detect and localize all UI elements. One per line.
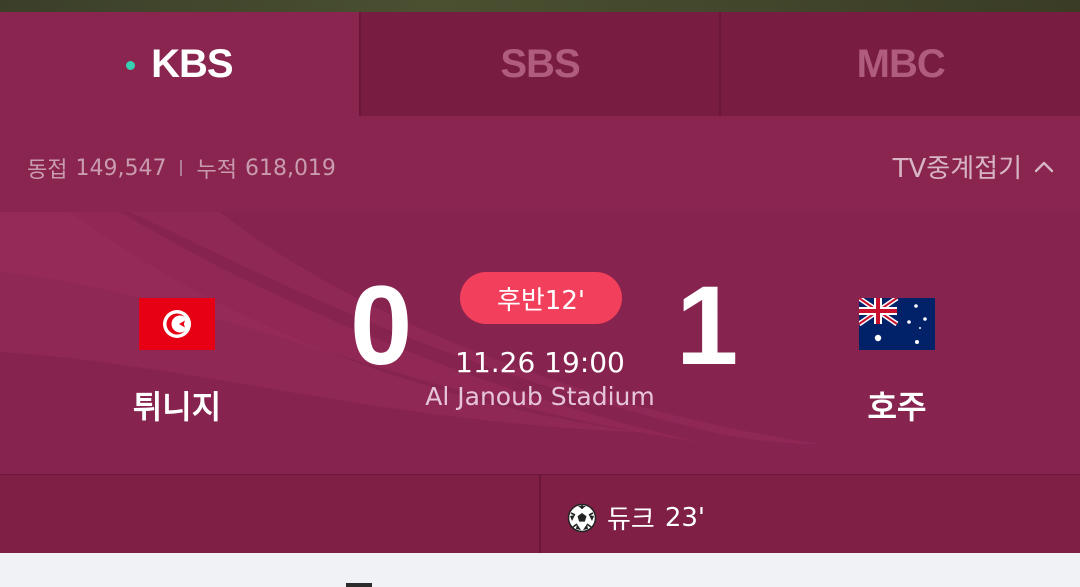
match-status-badge: 후반12' [460, 272, 622, 324]
australia-flag-icon [859, 298, 935, 350]
match-venue: Al Janoub Stadium [425, 382, 655, 411]
goal-event: 듀크 23' [567, 499, 705, 536]
tab-kbs[interactable]: KBS [0, 12, 359, 116]
away-scorers: 듀크 23' [539, 475, 1080, 553]
concurrent-value: 149,547 [75, 155, 167, 181]
tab-mbc[interactable]: MBC [719, 12, 1080, 116]
tab-mbc-label: MBC [856, 41, 946, 86]
tab-kbs-label: KBS [151, 41, 233, 86]
live-indicator-dot [126, 60, 136, 70]
viewer-counts: 동접 149,547 누적 618,019 [27, 152, 336, 184]
away-team-name: 호주 [867, 388, 927, 426]
tunisia-flag-icon [139, 298, 215, 350]
concurrent-label: 동접 [27, 158, 68, 183]
soccer-ball-icon [567, 503, 597, 532]
goal-player: 듀크 [607, 505, 655, 535]
broadcaster-tabs: KBS SBS MBC [0, 12, 1080, 116]
away-team[interactable]: 호주 [807, 298, 987, 428]
tv-collapse-label: TV중계접기 [892, 154, 1022, 184]
tab-sbs[interactable]: SBS [358, 12, 720, 116]
home-team[interactable]: 튀니지 [87, 298, 267, 428]
divider [180, 160, 183, 176]
tab-sbs-label: SBS [500, 41, 580, 86]
content-edge-marker [346, 583, 372, 587]
away-score: 1 [676, 263, 739, 388]
page-below [0, 553, 1080, 587]
chevron-up-icon [1034, 161, 1054, 172]
match-datetime: 11.26 19:00 [455, 346, 625, 379]
scoreboard: 튀니지 0 후반12' 11.26 19:00 Al Janoub Stadiu… [0, 212, 1080, 474]
cumulative-value: 618,019 [244, 155, 336, 181]
goal-minute: 23' [664, 502, 706, 533]
match-panel: KBS SBS MBC 동접 149,547 누적 618,019 TV중계접기 [0, 12, 1080, 553]
home-scorers [0, 475, 539, 553]
goal-scorers-row: 듀크 23' [0, 474, 1080, 553]
tv-collapse-button[interactable]: TV중계접기 [893, 148, 1056, 185]
home-team-name: 튀니지 [132, 388, 222, 426]
viewer-stats-row: 동접 149,547 누적 618,019 TV중계접기 [0, 116, 1080, 213]
video-player-edge [0, 0, 1080, 12]
cumulative-label: 누적 [196, 158, 237, 183]
